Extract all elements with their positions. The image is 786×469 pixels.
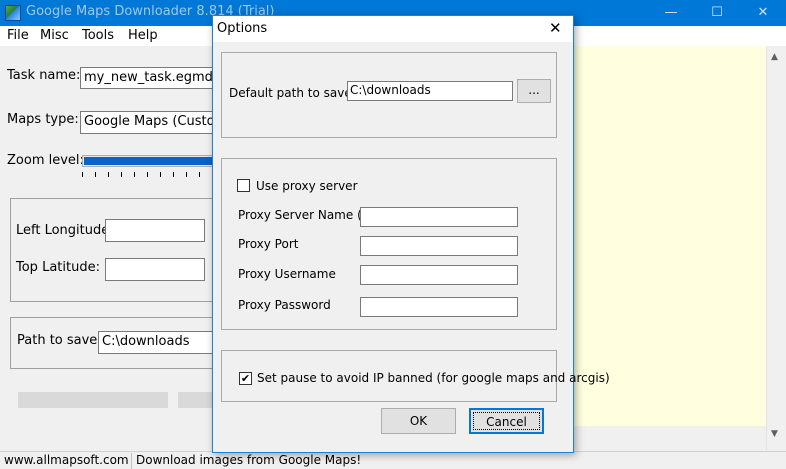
options-dialog-title-bar[interactable]: Options ✕ [213,16,573,42]
options-dialog-title: Options [217,21,268,36]
zoom-level-label: Zoom level: [7,153,84,168]
maps-type-select[interactable]: Google Maps (Customiz [80,111,220,134]
status-website: www.allmapsoft.com [0,453,132,469]
options-close-icon[interactable]: ✕ [549,19,562,37]
status-message: Download images from Google Maps! [136,453,362,467]
task-name-label: Task name: [7,68,81,83]
task-name-input[interactable]: my_new_task.egmd [80,67,220,89]
left-longitude-label: Left Longitude: [16,223,114,238]
checkmark-icon: ✔ [240,372,251,385]
coordinates-group [10,198,220,302]
maps-type-label: Maps type: [7,112,79,127]
proxy-username-label: Proxy Username [238,267,336,281]
start-button-placeholder[interactable] [18,392,168,408]
pause-label: Set pause to avoid IP banned (for google… [257,371,610,385]
zoom-slider-ticks [82,172,217,177]
cancel-button[interactable]: Cancel [469,408,544,434]
options-dialog: Options ✕ Default path to save : C:\down… [212,15,610,453]
proxy-username-input[interactable] [360,265,518,285]
pause-checkbox[interactable]: ✔ [239,372,252,385]
menu-tools[interactable]: Tools [82,28,114,43]
app-globe-icon [5,5,21,21]
status-bar: www.allmapsoft.com Download images from … [0,451,786,469]
maximize-button[interactable]: ☐ [694,0,740,26]
proxy-port-label: Proxy Port [238,237,299,251]
vertical-scrollbar[interactable]: ▲ ▼ [766,46,786,451]
proxy-server-label: Proxy Server Name (IP) [238,208,378,222]
minimize-button[interactable]: — [648,0,694,26]
proxy-password-label: Proxy Password [238,298,331,312]
path-to-save-label: Path to save: [17,333,102,348]
top-latitude-label: Top Latitude: [16,260,100,275]
second-button-placeholder[interactable] [178,392,212,408]
path-to-save-input[interactable]: C:\downloads [98,331,220,354]
default-path-input[interactable]: C:\downloads [347,81,513,101]
left-longitude-input[interactable] [105,219,205,242]
proxy-server-input[interactable] [360,207,518,227]
proxy-password-input[interactable] [360,297,518,317]
use-proxy-label: Use proxy server [256,179,358,193]
menu-misc[interactable]: Misc [40,28,69,43]
menu-file[interactable]: File [7,28,29,43]
zoom-level-slider[interactable] [82,155,284,167]
map-preview-area [573,46,766,426]
default-path-label: Default path to save : [229,86,360,100]
proxy-port-input[interactable] [360,236,518,256]
browse-button[interactable]: ... [517,79,551,103]
close-button[interactable]: ✕ [740,0,786,26]
use-proxy-checkbox[interactable] [237,179,250,192]
ok-button[interactable]: OK [381,408,456,434]
top-latitude-input[interactable] [105,258,205,281]
scroll-down-icon[interactable]: ▼ [771,429,778,439]
menu-help[interactable]: Help [128,28,158,43]
scroll-up-icon[interactable]: ▲ [771,52,778,62]
